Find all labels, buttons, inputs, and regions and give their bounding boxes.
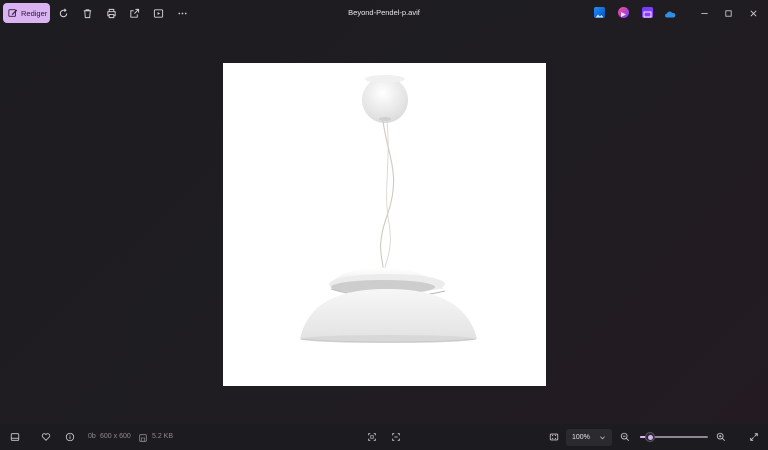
crop-fit-icon — [368, 433, 376, 441]
file-size-icon-wrap — [137, 432, 149, 444]
fit-window-icon — [549, 433, 559, 441]
video-editor-icon — [643, 11, 652, 18]
maximize-icon — [724, 9, 732, 17]
close-button[interactable] — [745, 5, 761, 21]
file-size: 5.2 KB — [152, 433, 174, 440]
photo-editor-app-icon[interactable] — [594, 7, 605, 18]
fullscreen-button[interactable] — [748, 431, 760, 443]
size-placeholder: 0b — [88, 433, 96, 440]
visual-search-icon — [392, 433, 400, 441]
video-editor-app-icon[interactable] — [642, 7, 653, 18]
file-info-button[interactable] — [64, 431, 76, 443]
onedrive-app-icon[interactable] — [664, 7, 676, 18]
zoom-out-icon — [620, 432, 630, 442]
heart-icon — [41, 433, 51, 441]
zoom-out-button[interactable] — [619, 431, 631, 443]
clipchamp-app-icon[interactable] — [618, 7, 629, 18]
zoom-level-value: 100% — [572, 434, 590, 441]
fit-to-frame-button[interactable] — [366, 431, 378, 443]
zoom-level-dropdown[interactable]: 100% — [566, 429, 612, 446]
chevron-down-icon — [600, 436, 605, 440]
onedrive-cloud-icon — [665, 11, 676, 18]
actual-size-button[interactable] — [548, 431, 560, 443]
zoom-slider-thumb[interactable] — [645, 432, 655, 442]
filmstrip-toggle-button[interactable] — [9, 431, 21, 443]
zoom-slider[interactable] — [640, 432, 708, 442]
photos-app-window: Rediger Beyond-Pendel-p.avif 0b 600 x 60… — [0, 0, 768, 450]
filmstrip-icon — [10, 433, 20, 441]
photo-canvas[interactable] — [223, 63, 546, 386]
zoom-in-icon — [716, 432, 726, 442]
minimize-button[interactable] — [696, 5, 712, 21]
save-disk-icon — [139, 434, 147, 442]
fullscreen-icon — [750, 433, 758, 441]
minimize-icon — [700, 12, 708, 14]
top-toolbar: Rediger Beyond-Pendel-p.avif — [0, 0, 768, 27]
favorite-button[interactable] — [40, 431, 52, 443]
close-icon — [750, 10, 756, 16]
visual-search-button[interactable] — [390, 431, 402, 443]
info-icon — [65, 432, 75, 442]
image-dimensions: 600 x 600 — [100, 433, 131, 440]
pendant-lamp-image — [300, 75, 477, 343]
photo-editor-icon — [595, 14, 604, 18]
clipchamp-icon — [621, 12, 626, 17]
maximize-button[interactable] — [720, 5, 736, 21]
zoom-in-button[interactable] — [715, 431, 727, 443]
